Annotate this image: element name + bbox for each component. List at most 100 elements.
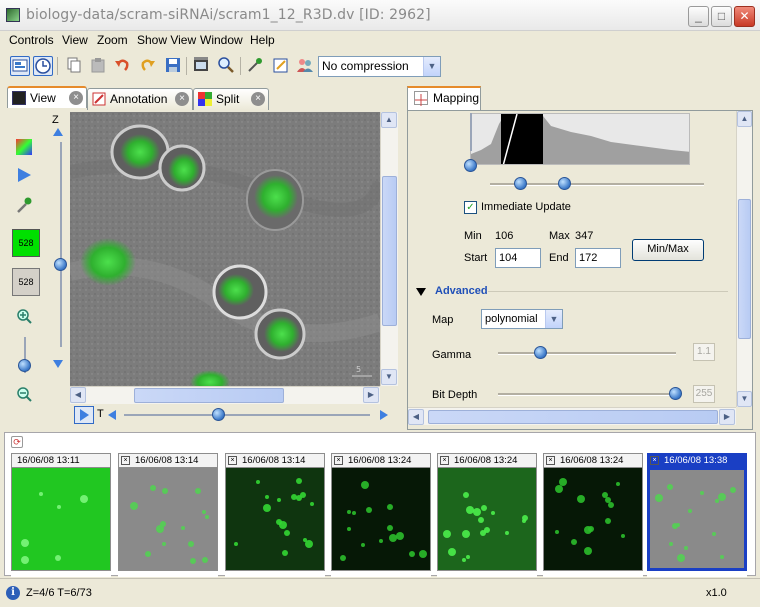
thumbnail-item[interactable]: × 16/06/08 13:38 bbox=[647, 453, 747, 577]
range-end-knob[interactable] bbox=[558, 177, 571, 190]
zoom-slider-knob[interactable] bbox=[18, 359, 31, 372]
scroll-left-icon[interactable]: ◀ bbox=[70, 387, 86, 403]
refresh-icon[interactable]: ⟳ bbox=[11, 436, 23, 448]
scroll-left-icon[interactable]: ◀ bbox=[408, 409, 424, 425]
zoom-in-icon[interactable] bbox=[14, 308, 34, 328]
maximize-button[interactable]: □ bbox=[711, 6, 732, 27]
close-icon[interactable]: × bbox=[251, 92, 265, 106]
start-field[interactable]: 104 bbox=[495, 248, 541, 268]
tab-view[interactable]: View × bbox=[7, 86, 87, 108]
min-value: 106 bbox=[495, 230, 514, 242]
bit-depth-slider-track bbox=[498, 393, 676, 396]
undo-icon[interactable] bbox=[112, 56, 132, 76]
t-back-arrow-icon[interactable] bbox=[108, 410, 116, 420]
close-icon[interactable]: × bbox=[228, 456, 237, 465]
scroll-right-icon[interactable]: ▶ bbox=[363, 387, 379, 403]
horizontal-scroll-thumb[interactable] bbox=[134, 388, 284, 403]
menu-show-view[interactable]: Show View bbox=[137, 33, 196, 47]
thumbnail-caption: 16/06/08 13:11 bbox=[11, 453, 111, 467]
thumbnail-item[interactable]: × 16/06/08 13:24 bbox=[437, 453, 537, 577]
mapping-scroll-thumb[interactable] bbox=[738, 199, 751, 339]
paste-icon[interactable] bbox=[88, 56, 108, 76]
t-play-button[interactable] bbox=[74, 406, 94, 424]
menu-window[interactable]: Window bbox=[200, 33, 243, 47]
scroll-right-icon[interactable]: ▶ bbox=[719, 409, 735, 425]
vertical-scroll-thumb[interactable] bbox=[382, 176, 397, 326]
close-icon[interactable]: × bbox=[650, 456, 659, 465]
close-icon[interactable]: × bbox=[334, 456, 343, 465]
input-slider-knob[interactable] bbox=[464, 159, 477, 172]
max-label: Max bbox=[549, 230, 570, 242]
gamma-slider-track bbox=[498, 352, 676, 355]
t-forward-arrow-icon[interactable] bbox=[380, 410, 388, 420]
tab-annotation[interactable]: Annotation × bbox=[87, 88, 193, 110]
scroll-up-icon[interactable]: ▲ bbox=[737, 111, 752, 127]
close-icon[interactable]: × bbox=[440, 456, 449, 465]
pick-icon[interactable] bbox=[245, 56, 265, 76]
image-vertical-scrollbar[interactable]: ▲ ▼ bbox=[380, 112, 398, 386]
map-select[interactable]: polynomial ▼ bbox=[481, 309, 563, 329]
movie-icon[interactable] bbox=[191, 56, 211, 76]
copy-icon[interactable] bbox=[64, 56, 84, 76]
menu-view[interactable]: View bbox=[62, 33, 88, 47]
histogram bbox=[470, 113, 690, 165]
close-button[interactable]: ✕ bbox=[734, 6, 755, 27]
z-up-arrow-icon[interactable] bbox=[53, 128, 63, 136]
gamma-slider-knob[interactable] bbox=[533, 346, 547, 359]
redo-icon[interactable] bbox=[138, 56, 158, 76]
thumbnail-item[interactable]: × 16/06/08 13:14 bbox=[225, 453, 325, 577]
users-icon[interactable] bbox=[295, 56, 315, 76]
eyedropper-icon[interactable] bbox=[14, 196, 34, 216]
image-horizontal-scrollbar[interactable]: ◀ ▶ bbox=[70, 386, 380, 404]
close-icon[interactable]: × bbox=[175, 92, 189, 106]
viewer-icon[interactable] bbox=[10, 56, 30, 76]
menu-bar: Controls View Zoom Show View Window Help bbox=[0, 31, 760, 49]
menu-help[interactable]: Help bbox=[250, 33, 275, 47]
menu-zoom[interactable]: Zoom bbox=[97, 33, 128, 47]
thumbnail-caption: × 16/06/08 13:38 bbox=[647, 453, 747, 467]
compression-select[interactable]: No compression ▼ bbox=[318, 56, 441, 77]
t-slider-knob[interactable] bbox=[211, 408, 225, 421]
close-icon[interactable]: × bbox=[121, 456, 130, 465]
zoom-out-icon[interactable] bbox=[14, 386, 34, 406]
collapse-arrow-icon[interactable] bbox=[416, 288, 426, 296]
minimize-button[interactable]: _ bbox=[688, 6, 709, 27]
thumbnail-item[interactable]: 16/06/08 13:11 bbox=[11, 453, 111, 577]
scroll-down-icon[interactable]: ▼ bbox=[381, 369, 397, 385]
split-icon bbox=[198, 92, 212, 106]
close-icon[interactable]: × bbox=[546, 456, 555, 465]
mapping-vertical-scrollbar[interactable]: ▲ ▼ bbox=[736, 111, 752, 407]
thumbnail-label: 16/06/08 13:38 bbox=[664, 455, 728, 466]
end-field[interactable]: 172 bbox=[575, 248, 621, 268]
advanced-label[interactable]: Advanced bbox=[435, 285, 488, 297]
z-down-arrow-icon[interactable] bbox=[53, 360, 63, 368]
thumbnail-item[interactable]: × 16/06/08 13:24 bbox=[331, 453, 431, 577]
mapping-horizontal-scrollbar[interactable]: ◀ ▶ bbox=[408, 407, 736, 425]
minmax-button[interactable]: Min/Max bbox=[632, 239, 704, 261]
menu-controls[interactable]: Controls bbox=[9, 33, 54, 47]
close-icon[interactable]: × bbox=[69, 91, 83, 105]
channel-528-gray-button[interactable]: 528 bbox=[12, 268, 40, 296]
tab-mapping[interactable]: Mapping bbox=[407, 86, 481, 110]
scroll-up-icon[interactable]: ▲ bbox=[381, 112, 397, 128]
history-icon[interactable] bbox=[33, 56, 53, 76]
edit-icon[interactable] bbox=[271, 56, 291, 76]
save-icon[interactable] bbox=[163, 56, 183, 76]
scroll-down-icon[interactable]: ▼ bbox=[737, 391, 752, 407]
search-icon[interactable] bbox=[216, 56, 236, 76]
color-palette-icon[interactable] bbox=[14, 138, 34, 158]
bit-depth-slider-knob[interactable] bbox=[669, 387, 682, 400]
thumbnail-item[interactable]: × 16/06/08 13:24 bbox=[543, 453, 643, 577]
input-slider-track bbox=[470, 113, 472, 151]
mapping-horizontal-thumb[interactable] bbox=[428, 410, 718, 424]
immediate-update-checkbox[interactable]: ✓ bbox=[464, 201, 477, 214]
tab-split[interactable]: Split × bbox=[193, 88, 269, 110]
play-icon[interactable] bbox=[14, 166, 34, 186]
zoom-status: x1.0 bbox=[706, 587, 727, 599]
map-label: Map bbox=[432, 314, 454, 326]
z-slider-knob[interactable] bbox=[54, 258, 67, 271]
channel-528-button[interactable]: 528 bbox=[12, 229, 40, 257]
thumbnail-item[interactable]: × 16/06/08 13:14 bbox=[118, 453, 218, 577]
image-canvas[interactable]: 5 bbox=[70, 112, 380, 386]
range-start-knob[interactable] bbox=[514, 177, 527, 190]
